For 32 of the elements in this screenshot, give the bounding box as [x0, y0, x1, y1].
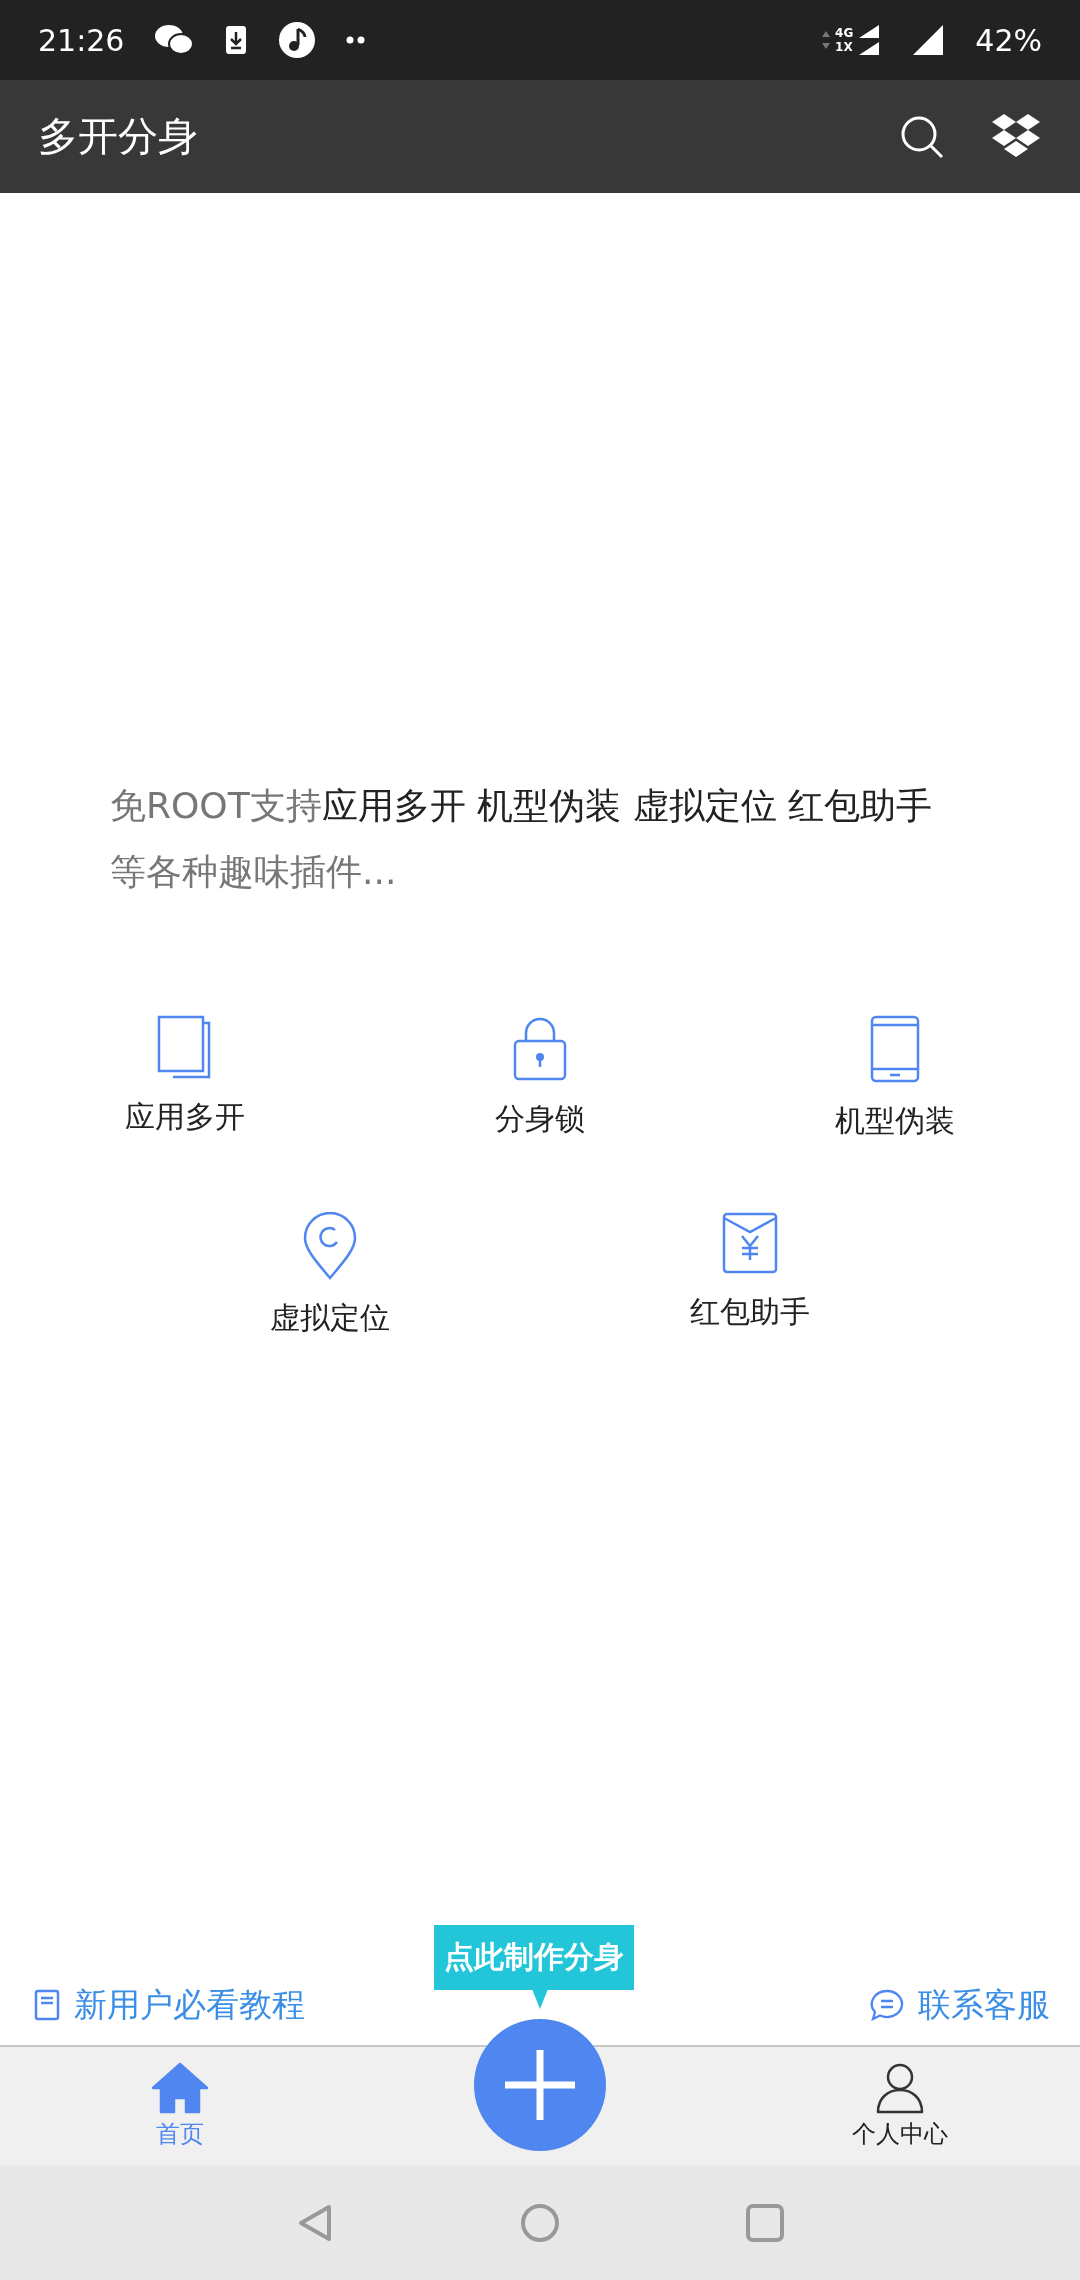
- signal-icon: [911, 23, 946, 57]
- network-label: 1X: [835, 40, 854, 54]
- search-icon[interactable]: [900, 114, 944, 159]
- home-icon: [151, 2062, 209, 2114]
- intro-text: 免ROOT支持应用多开 机型伪装 虚拟定位 红包助手 等各种趣味插件...: [110, 784, 934, 894]
- feature-label[interactable]: 虚拟定位: [270, 1298, 390, 1339]
- envelope-icon: [722, 1212, 778, 1274]
- recents-icon[interactable]: [745, 2202, 785, 2243]
- phone-icon: [870, 1015, 920, 1083]
- feature-label[interactable]: 应用多开: [125, 1097, 245, 1138]
- more-notifications-icon: [346, 36, 367, 44]
- app-title: 多开分身: [38, 112, 199, 161]
- create-tooltip: 点此制作分身: [434, 1925, 634, 1990]
- data-arrows-icon: [821, 29, 832, 51]
- person-icon: [876, 2062, 924, 2114]
- lock-icon: [512, 1015, 568, 1081]
- battery-percent: 42%: [975, 22, 1042, 58]
- clock: 21:26: [38, 22, 125, 58]
- feature-label[interactable]: 红包助手: [690, 1292, 810, 1333]
- feature-label[interactable]: 机型伪装: [835, 1101, 955, 1142]
- plus-icon: [505, 2050, 575, 2120]
- music-app-icon: [278, 21, 317, 59]
- chat-bubble-icon: [870, 1989, 904, 2021]
- home-circle-icon[interactable]: [520, 2202, 560, 2243]
- signal-icon: [857, 23, 882, 57]
- download-icon: [224, 24, 249, 56]
- location-pin-icon: [303, 1212, 357, 1280]
- feature-label[interactable]: 分身锁: [495, 1099, 585, 1140]
- network-label: 4G: [835, 26, 854, 40]
- document-icon: [34, 1989, 60, 2021]
- tooltip-pointer-icon: [532, 1989, 548, 2009]
- tab[interactable]: 个人中心: [720, 2047, 1080, 2165]
